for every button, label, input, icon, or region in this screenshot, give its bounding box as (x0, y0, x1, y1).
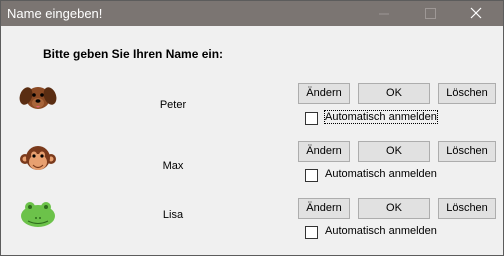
loeschen-button[interactable]: Löschen (438, 83, 496, 104)
aendern-button[interactable]: Ändern (298, 141, 350, 162)
maximize-icon (425, 8, 436, 19)
frog-icon (21, 202, 55, 227)
auto-login-label[interactable]: Automatisch anmelden (325, 168, 437, 180)
prompt-heading: Bitte geben Sie Ihren Name ein: (43, 47, 224, 61)
user-name: Lisa (162, 209, 184, 221)
loeschen-button[interactable]: Löschen (438, 141, 496, 162)
dialog-body: Bitte geben Sie Ihren Name ein: Peter Än… (1, 26, 503, 255)
dialog-window: Name eingeben! Bitte geben Sie Ihren Nam… (0, 0, 504, 256)
aendern-button[interactable]: Ändern (298, 198, 350, 219)
auto-login-label[interactable]: Automatisch anmelden (325, 225, 437, 237)
maximize-button[interactable] (407, 1, 453, 26)
aendern-button[interactable]: Ändern (298, 83, 350, 104)
ok-button[interactable]: OK (358, 198, 430, 219)
window-title: Name eingeben! (7, 6, 103, 21)
loeschen-button[interactable]: Löschen (438, 198, 496, 219)
minimize-icon (379, 13, 389, 15)
ok-button[interactable]: OK (358, 141, 430, 162)
title-bar[interactable]: Name eingeben! (1, 1, 503, 26)
close-icon (470, 7, 482, 19)
monkey-icon (20, 146, 56, 170)
auto-login-checkbox[interactable] (305, 112, 318, 125)
auto-login-checkbox[interactable] (305, 169, 318, 182)
auto-login-label[interactable]: Automatisch anmelden (324, 110, 438, 124)
minimize-button[interactable] (361, 1, 407, 26)
user-name: Max (162, 160, 184, 172)
auto-login-checkbox[interactable] (305, 226, 318, 239)
close-button[interactable] (453, 1, 499, 26)
user-name: Peter (159, 99, 187, 111)
dog-icon (19, 87, 57, 109)
ok-button[interactable]: OK (358, 83, 430, 104)
